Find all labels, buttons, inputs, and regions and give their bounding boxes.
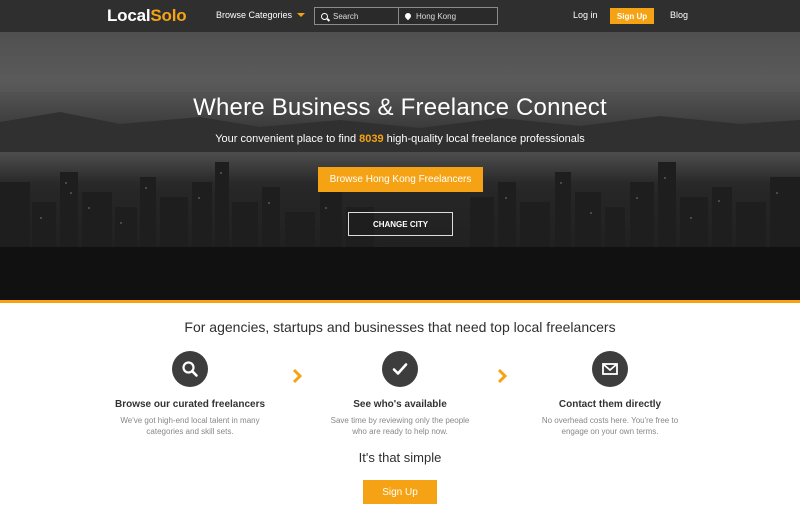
step-description: We've got high-end local talent in many c… xyxy=(120,416,260,436)
freelancer-count: 8039 xyxy=(359,133,384,145)
search-input[interactable]: Search xyxy=(315,8,399,24)
logo-text-solo: Solo xyxy=(150,6,187,25)
search-icon xyxy=(321,12,328,20)
signup-button[interactable]: Sign Up xyxy=(363,480,437,504)
chevron-down-icon xyxy=(297,13,306,17)
browse-categories-label: Browse Categories xyxy=(216,10,293,20)
mail-icon xyxy=(602,363,618,375)
location-pin-icon xyxy=(403,11,413,21)
login-link[interactable]: Log in xyxy=(573,10,598,20)
step-contact: Contact them directly No overhead costs … xyxy=(525,351,695,437)
browse-categories-dropdown[interactable]: Browse Categories xyxy=(216,10,306,20)
top-navigation-bar: LocalSolo Browse Categories Search Hong … xyxy=(0,0,800,32)
check-icon xyxy=(392,363,408,375)
chevron-right-icon xyxy=(497,368,508,384)
hero-accent-divider xyxy=(0,300,800,303)
search-bar: Search Hong Kong xyxy=(314,7,498,25)
signup-button-header[interactable]: Sign Up xyxy=(610,8,654,24)
step-icon-circle xyxy=(592,351,628,387)
step-browse: Browse our curated freelancers We've got… xyxy=(105,351,275,437)
hero-banner: Where Business & Freelance Connect Your … xyxy=(0,32,800,302)
step-heading: Contact them directly xyxy=(558,399,662,410)
tagline-prefix: Your convenient place to find xyxy=(215,133,360,145)
blog-link[interactable]: Blog xyxy=(670,10,688,20)
search-icon xyxy=(182,361,198,377)
chevron-right-icon xyxy=(292,368,303,384)
logo-text-local: Local xyxy=(107,6,151,25)
step-icon-circle xyxy=(382,351,418,387)
hero-title: Where Business & Freelance Connect xyxy=(193,94,607,121)
change-city-button[interactable]: CHANGE CITY xyxy=(348,212,453,236)
tagline-suffix: high-quality local freelance professiona… xyxy=(383,133,585,145)
step-description: No overhead costs here. You're free to en… xyxy=(541,416,679,436)
location-value: Hong Kong xyxy=(416,11,457,21)
step-heading: Browse our curated freelancers xyxy=(114,399,266,410)
step-description: Save time by reviewing only the people wh… xyxy=(330,416,470,436)
hero-tagline: Your convenient place to find 8039 high-… xyxy=(0,133,800,145)
localsolo-logo[interactable]: LocalSolo xyxy=(107,6,187,26)
step-heading: See who's available xyxy=(353,399,447,410)
search-placeholder: Search xyxy=(333,11,359,21)
step-icon-circle xyxy=(172,351,208,387)
step-availability: See who's available Save time by reviewi… xyxy=(315,351,485,437)
location-input[interactable]: Hong Kong xyxy=(399,8,497,24)
features-heading: For agencies, startups and businesses th… xyxy=(184,319,616,335)
browse-freelancers-button[interactable]: Browse Hong Kong Freelancers xyxy=(318,167,483,192)
simple-heading: It's that simple xyxy=(358,450,442,465)
